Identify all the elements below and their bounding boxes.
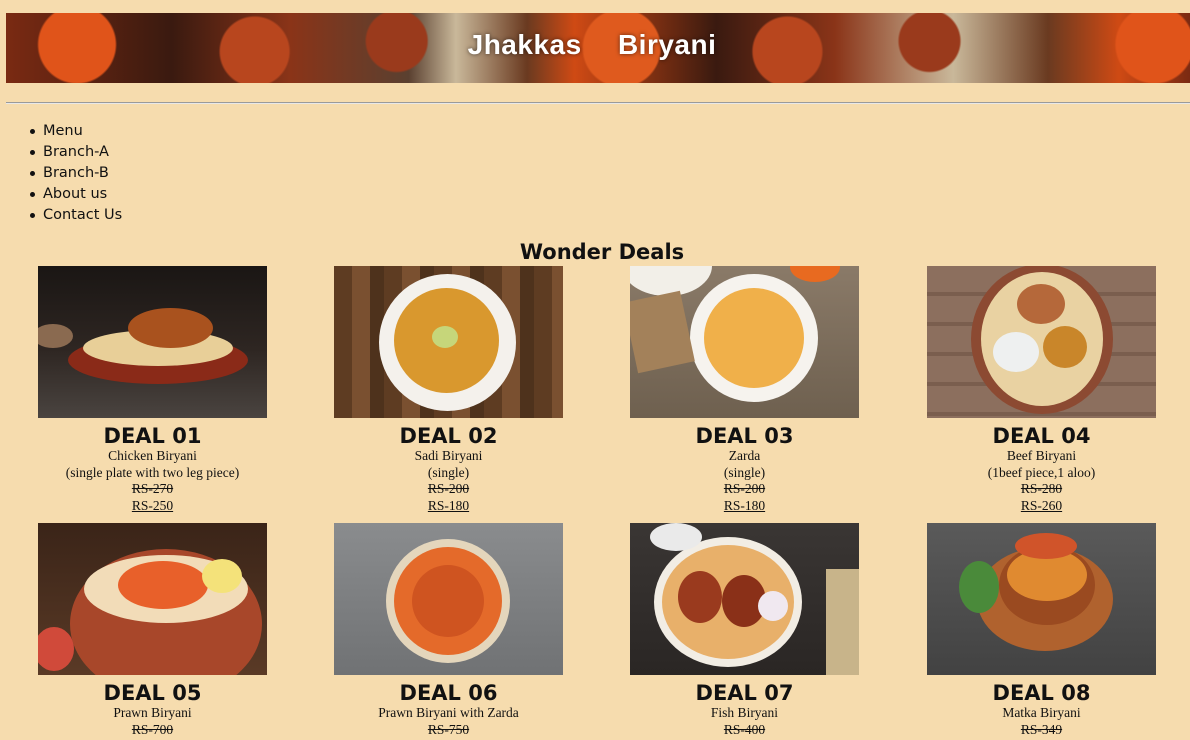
deal-new-price[interactable]: RS-260	[927, 498, 1156, 515]
deal-new-price[interactable]: RS-180	[630, 498, 859, 515]
deal-title: DEAL 01	[103, 424, 202, 448]
deal-new-price[interactable]: RS-180	[334, 498, 563, 515]
deal-name: Prawn Biryani with Zarda	[378, 705, 519, 720]
deal-name: Beef Biryani	[1006, 448, 1077, 463]
sadi-biryani-image	[334, 266, 563, 418]
deal-title: DEAL 02	[399, 424, 498, 448]
deal-title: DEAL 06	[399, 681, 498, 705]
matka-biryani-image	[927, 523, 1156, 675]
deal-card-01: DEAL 01 Chicken Biryani (single plate wi…	[38, 266, 267, 514]
deal-card-02: DEAL 02 Sadi Biryani (single) RS-200 RS-…	[334, 266, 563, 514]
nav-item-branch-b[interactable]: Branch-B	[29, 163, 122, 184]
deal-name: Fish Biryani	[710, 705, 779, 720]
deal-new-price[interactable]: RS-250	[38, 498, 267, 515]
prawn-biryani-image	[38, 523, 267, 675]
deal-title: DEAL 04	[992, 424, 1091, 448]
prawn-biryani-zarda-image	[334, 523, 563, 675]
deal-detail: (single)	[427, 464, 470, 480]
nav-item-branch-a[interactable]: Branch-A	[29, 142, 122, 163]
deal-name: Chicken Biryani	[108, 448, 197, 463]
deal-old-price: RS-700	[131, 721, 174, 737]
deal-old-price: RS-270	[131, 481, 174, 496]
beef-biryani-image	[927, 266, 1156, 418]
site-title: Jhakkas Biryani	[467, 29, 717, 60]
deal-card-08: DEAL 08 Matka Biryani RS-349	[927, 523, 1156, 738]
deal-old-price: RS-200	[427, 481, 470, 496]
deal-detail: (single)	[723, 464, 766, 480]
deal-detail: (1beef piece,1 aloo)	[987, 464, 1096, 480]
deal-old-price: RS-349	[1020, 721, 1063, 737]
deal-card-07: DEAL 07 Fish Biryani RS-400	[630, 523, 859, 738]
deal-old-price: RS-750	[427, 721, 470, 737]
zarda-image	[630, 266, 859, 418]
deal-name: Prawn Biryani	[113, 705, 192, 720]
nav-menu: Menu Branch-A Branch-B About us Contact …	[29, 121, 122, 226]
deal-title: DEAL 07	[695, 681, 794, 705]
deal-card-06: DEAL 06 Prawn Biryani with Zarda RS-750	[334, 523, 563, 738]
deal-card-05: DEAL 05 Prawn Biryani RS-700	[38, 523, 267, 738]
deal-card-04: DEAL 04 Beef Biryani (1beef piece,1 aloo…	[927, 266, 1156, 514]
deal-name: Zarda	[728, 448, 761, 463]
header-banner: Jhakkas Biryani	[6, 13, 1190, 83]
section-title: Wonder Deals	[519, 240, 685, 264]
deal-name: Matka Biryani	[1002, 705, 1081, 720]
deal-name: Sadi Biryani	[414, 448, 483, 463]
deal-title: DEAL 03	[695, 424, 794, 448]
nav-item-about-us[interactable]: About us	[29, 184, 122, 205]
deal-old-price: RS-280	[1020, 481, 1063, 496]
header-divider	[6, 102, 1190, 104]
deal-title: DEAL 08	[992, 681, 1091, 705]
fish-biryani-image	[630, 523, 859, 675]
nav-item-contact-us[interactable]: Contact Us	[29, 205, 122, 226]
chicken-biryani-image	[38, 266, 267, 418]
deal-title: DEAL 05	[103, 681, 202, 705]
deal-old-price: RS-200	[723, 481, 766, 496]
deal-old-price: RS-400	[723, 721, 766, 737]
deal-card-03: DEAL 03 Zarda (single) RS-200 RS-180	[630, 266, 859, 514]
nav-item-menu[interactable]: Menu	[29, 121, 122, 142]
deal-detail: (single plate with two leg piece)	[65, 464, 240, 480]
